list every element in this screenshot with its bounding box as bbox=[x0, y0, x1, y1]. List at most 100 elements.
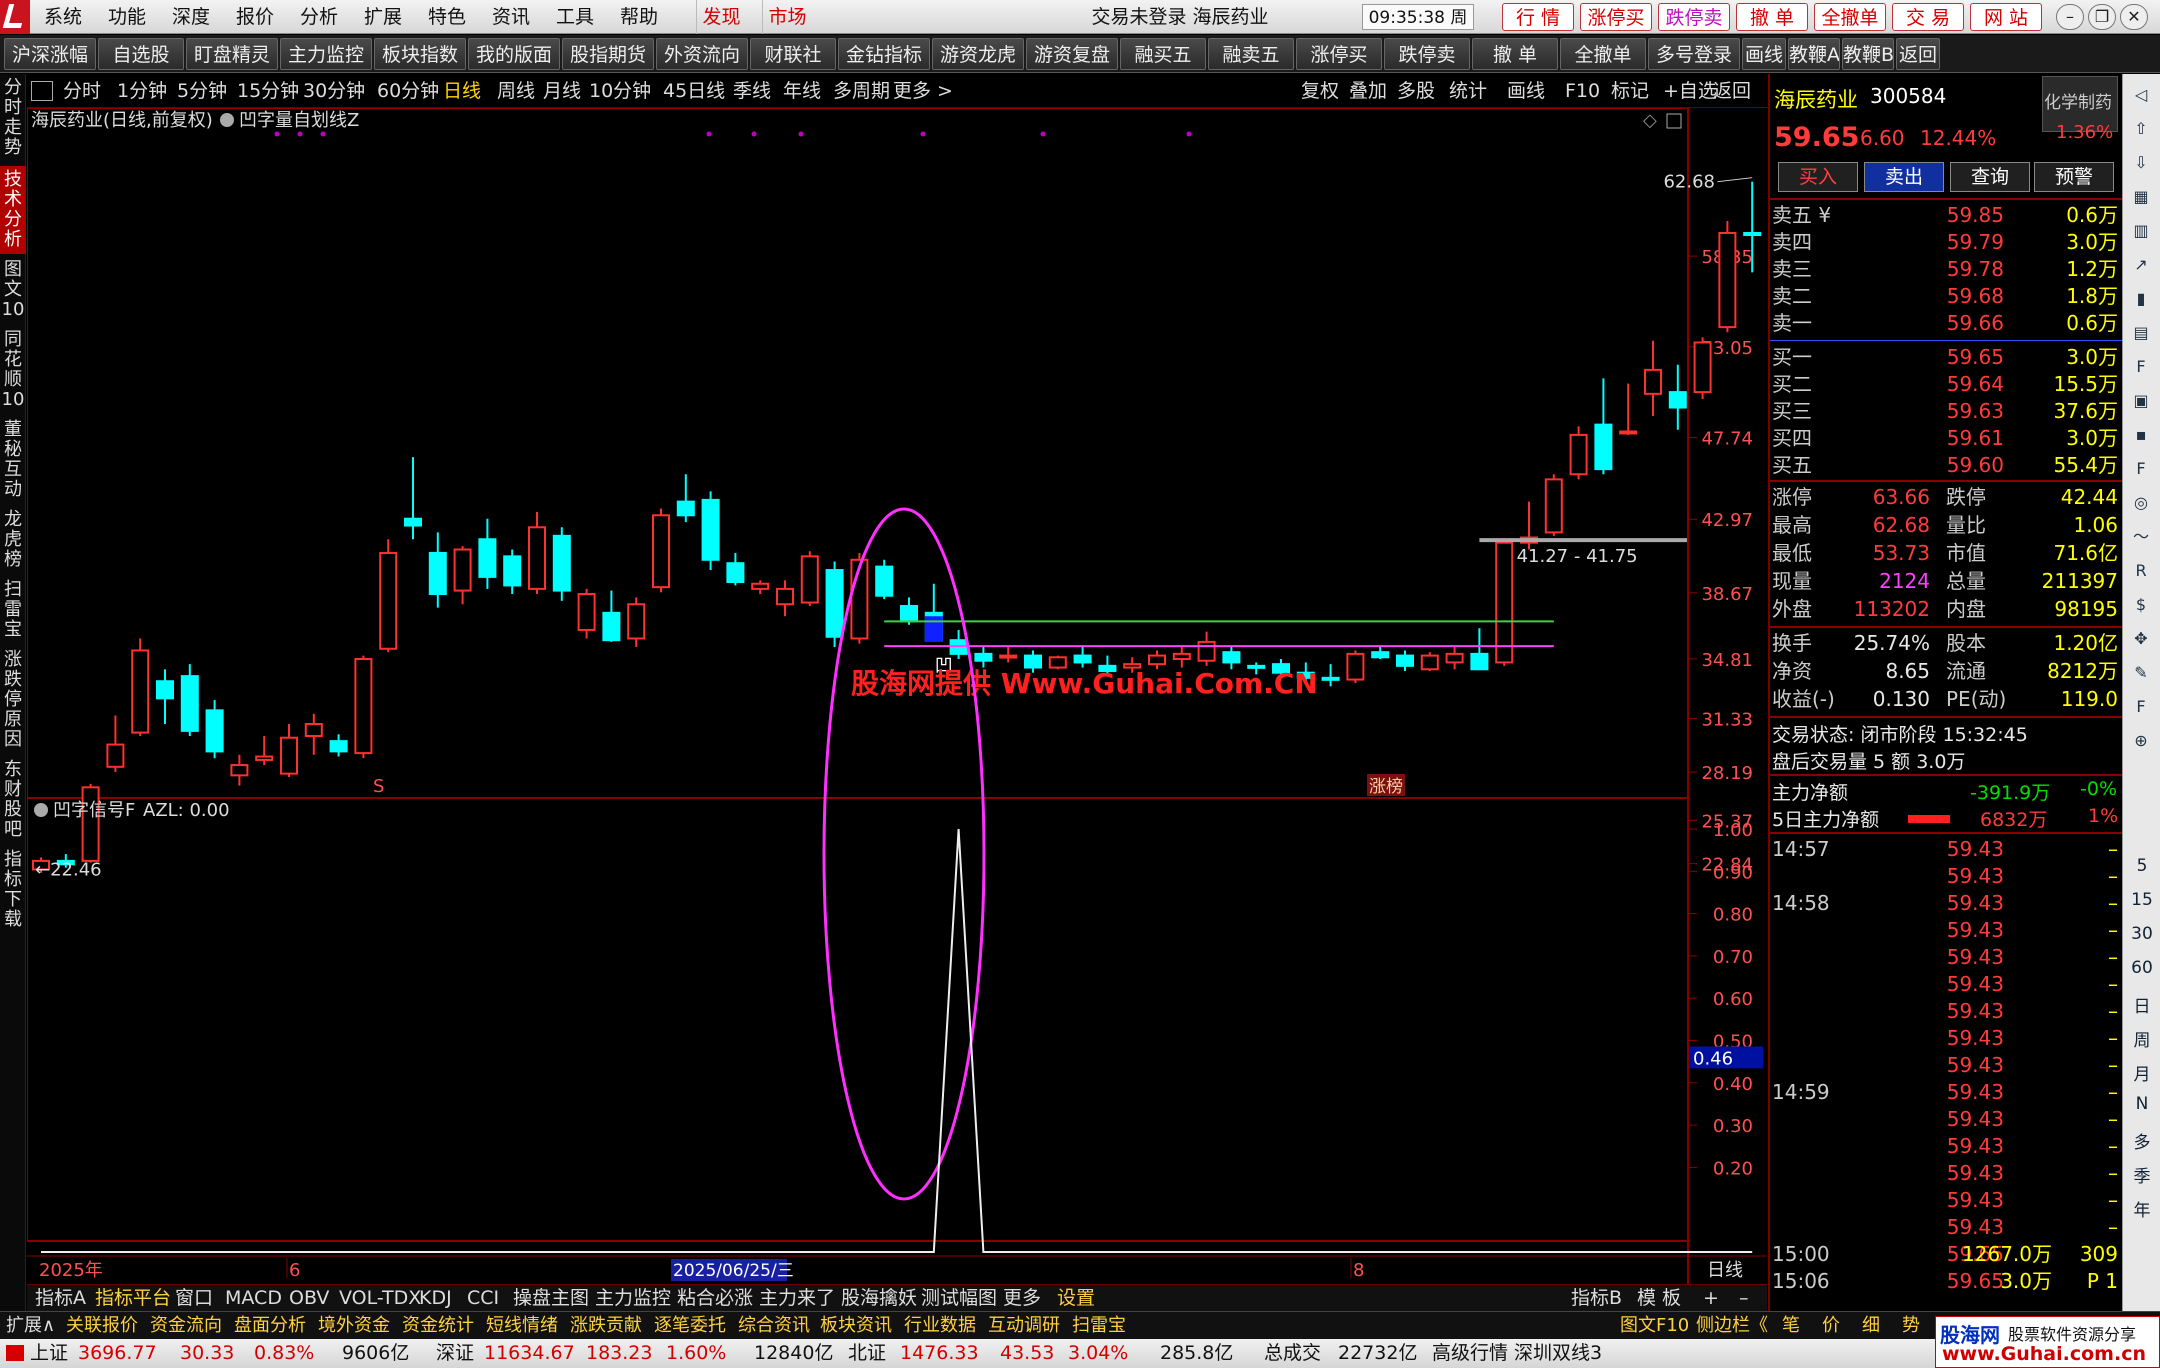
period-14[interactable]: 更多 > bbox=[893, 74, 953, 108]
ask-row-1[interactable]: 卖四 59.79 3.0万 bbox=[1770, 229, 2122, 256]
period-8[interactable]: 月线 bbox=[543, 74, 581, 108]
period-shortcut-2[interactable]: 30 bbox=[2123, 924, 2160, 944]
indicator-tab-11[interactable]: 主力来了 bbox=[759, 1285, 835, 1312]
chart-area[interactable]: 海辰药业(日线,前复权)凹字量自划线Z◇58.3553.0547.7442.97… bbox=[26, 107, 1767, 1284]
chart-tool-7[interactable]: +自选 bbox=[1663, 74, 1717, 108]
period-shortcut-9[interactable]: 季 bbox=[2123, 1162, 2160, 1187]
func-tab-3[interactable]: 盘面分析 bbox=[234, 1312, 306, 1340]
quote-button-2[interactable]: 查询 bbox=[1950, 162, 2030, 192]
left-tab-0[interactable]: 分时走势 bbox=[0, 74, 26, 164]
side-tool-icon-7[interactable]: ▤ bbox=[2128, 320, 2154, 346]
indicator-tab-6[interactable]: KDJ bbox=[419, 1285, 452, 1312]
side-tool-icon-15[interactable]: $ bbox=[2128, 592, 2154, 618]
toolbar-button-5[interactable]: 我的版面 bbox=[468, 38, 560, 70]
side-tool-icon-2[interactable]: ⇩ bbox=[2128, 150, 2154, 176]
period-6[interactable]: 日线 bbox=[443, 74, 481, 108]
left-tab-3[interactable]: 同花顺10 bbox=[0, 326, 26, 414]
top-button-5[interactable]: 交 易 bbox=[1892, 3, 1964, 31]
func-tab-0[interactable]: 扩展∧ bbox=[6, 1312, 55, 1340]
quote-button-3[interactable]: 预警 bbox=[2034, 162, 2114, 192]
side-tool-icon-9[interactable]: ▣ bbox=[2128, 388, 2154, 414]
bid-row-2[interactable]: 买三 59.63 37.6万 bbox=[1770, 398, 2122, 425]
chart-tool-8[interactable]: 返回 bbox=[1713, 74, 1751, 108]
left-tab-2[interactable]: 图文10 bbox=[0, 256, 26, 324]
side-tool-icon-17[interactable]: ✎ bbox=[2128, 660, 2154, 686]
chart-tool-1[interactable]: 叠加 bbox=[1349, 74, 1387, 108]
left-tab-7[interactable]: 涨跌停原因 bbox=[0, 646, 26, 754]
period-shortcut-10[interactable]: 年 bbox=[2123, 1196, 2160, 1221]
ask-row-3[interactable]: 卖二 59.68 1.8万 bbox=[1770, 283, 2122, 310]
toolbar-button-18[interactable]: 多号登录 bbox=[1648, 38, 1740, 70]
period-shortcut-4[interactable]: 日 bbox=[2123, 992, 2160, 1017]
menu-item-1[interactable]: 功能 bbox=[104, 0, 150, 34]
side-tool-icon-19[interactable]: ⊕ bbox=[2128, 728, 2154, 754]
period-shortcut-8[interactable]: 多 bbox=[2123, 1128, 2160, 1153]
left-tab-1[interactable]: 技术分析 bbox=[0, 166, 26, 254]
toolbar-button-19[interactable]: 画线 bbox=[1742, 38, 1786, 70]
period-shortcut-1[interactable]: 15 bbox=[2123, 890, 2160, 910]
menu-item-7[interactable]: 资讯 bbox=[488, 0, 534, 34]
func-tab-5[interactable]: 资金统计 bbox=[402, 1312, 474, 1340]
indicator-tab-1[interactable]: 指标平台 bbox=[95, 1285, 171, 1312]
side-tool-icon-10[interactable]: ▪ bbox=[2128, 422, 2154, 448]
toolbar-button-12[interactable]: 融买五 bbox=[1120, 38, 1206, 70]
side-tool-icon-14[interactable]: R bbox=[2128, 558, 2154, 584]
period-9[interactable]: 10分钟 bbox=[589, 74, 651, 108]
period-12[interactable]: 年线 bbox=[783, 74, 821, 108]
indicator-tab-15[interactable]: 设置 bbox=[1057, 1285, 1095, 1312]
indicator-tab-13[interactable]: 测试幅图 bbox=[921, 1285, 997, 1312]
left-tab-9[interactable]: 指标下载 bbox=[0, 846, 26, 932]
bid-row-4[interactable]: 买五 59.60 55.4万 bbox=[1770, 452, 2122, 479]
side-tool-icon-4[interactable]: ▥ bbox=[2128, 218, 2154, 244]
period-1[interactable]: 1分钟 bbox=[117, 74, 167, 108]
menu-item-3[interactable]: 报价 bbox=[232, 0, 278, 34]
side-tool-icon-12[interactable]: ◎ bbox=[2128, 490, 2154, 516]
toolbar-button-4[interactable]: 板块指数 bbox=[374, 38, 466, 70]
menu-item-9[interactable]: 帮助 bbox=[616, 0, 662, 34]
func-tab-2[interactable]: 资金流向 bbox=[150, 1312, 222, 1340]
toolbar-button-1[interactable]: 自选股 bbox=[98, 38, 184, 70]
menu-item-2[interactable]: 深度 bbox=[168, 0, 214, 34]
toolbar-button-3[interactable]: 主力监控 bbox=[280, 38, 372, 70]
side-tool-icon-16[interactable]: ✥ bbox=[2128, 626, 2154, 652]
chart-tool-4[interactable]: 画线 bbox=[1507, 74, 1545, 108]
toolbar-button-21[interactable]: 教鞭B bbox=[1842, 38, 1894, 70]
func-right-4[interactable]: 细 bbox=[1862, 1312, 1880, 1340]
func-right-3[interactable]: 价 bbox=[1822, 1312, 1840, 1340]
bid-row-3[interactable]: 买四 59.61 3.0万 bbox=[1770, 425, 2122, 452]
period-3[interactable]: 15分钟 bbox=[237, 74, 299, 108]
toolbar-button-10[interactable]: 游资龙虎 bbox=[932, 38, 1024, 70]
indicator-tab-0[interactable]: 指标A bbox=[35, 1285, 86, 1312]
ask-row-4[interactable]: 卖一 59.66 0.6万 bbox=[1770, 310, 2122, 337]
layout-toggle-icon[interactable] bbox=[31, 81, 53, 101]
indicator-right-2[interactable]: + bbox=[1703, 1285, 1719, 1312]
period-5[interactable]: 60分钟 bbox=[377, 74, 439, 108]
chart-tool-2[interactable]: 多股 bbox=[1397, 74, 1435, 108]
func-tab-11[interactable]: 行业数据 bbox=[904, 1312, 976, 1340]
period-shortcut-0[interactable]: 5 bbox=[2123, 856, 2160, 876]
period-11[interactable]: 季线 bbox=[733, 74, 771, 108]
top-button-1[interactable]: 涨停买 bbox=[1580, 3, 1652, 31]
period-shortcut-5[interactable]: 周 bbox=[2123, 1026, 2160, 1051]
left-tab-4[interactable]: 董秘互动 bbox=[0, 416, 26, 504]
indicator-right-0[interactable]: 指标B bbox=[1571, 1285, 1622, 1312]
left-tab-5[interactable]: 龙虎榜 bbox=[0, 506, 26, 574]
quote-button-0[interactable]: 买入 bbox=[1778, 162, 1858, 192]
menu-item-8[interactable]: 工具 bbox=[552, 0, 598, 34]
toolbar-button-6[interactable]: 股指期货 bbox=[562, 38, 654, 70]
toolbar-button-20[interactable]: 教鞭A bbox=[1788, 38, 1840, 70]
left-tab-8[interactable]: 东财股吧 bbox=[0, 756, 26, 844]
indicator-tab-7[interactable]: CCI bbox=[467, 1285, 499, 1312]
toolbar-button-9[interactable]: 金钻指标 bbox=[838, 38, 930, 70]
toolbar-button-22[interactable]: 返回 bbox=[1896, 38, 1940, 70]
func-right-5[interactable]: 势 bbox=[1902, 1312, 1920, 1340]
toolbar-button-2[interactable]: 盯盘精灵 bbox=[186, 38, 278, 70]
kline-chart[interactable]: 海辰药业(日线,前复权)凹字量自划线Z◇58.3553.0547.7442.97… bbox=[26, 107, 1767, 1284]
toolbar-button-17[interactable]: 全撤单 bbox=[1560, 38, 1646, 70]
indicator-tab-14[interactable]: 更多 bbox=[1003, 1285, 1041, 1312]
side-tool-icon-13[interactable]: 〜 bbox=[2128, 524, 2154, 550]
func-right-2[interactable]: 笔 bbox=[1782, 1312, 1800, 1340]
period-7[interactable]: 周线 bbox=[497, 74, 535, 108]
side-tool-icon-11[interactable]: F bbox=[2128, 456, 2154, 482]
toolbar-button-13[interactable]: 融卖五 bbox=[1208, 38, 1294, 70]
